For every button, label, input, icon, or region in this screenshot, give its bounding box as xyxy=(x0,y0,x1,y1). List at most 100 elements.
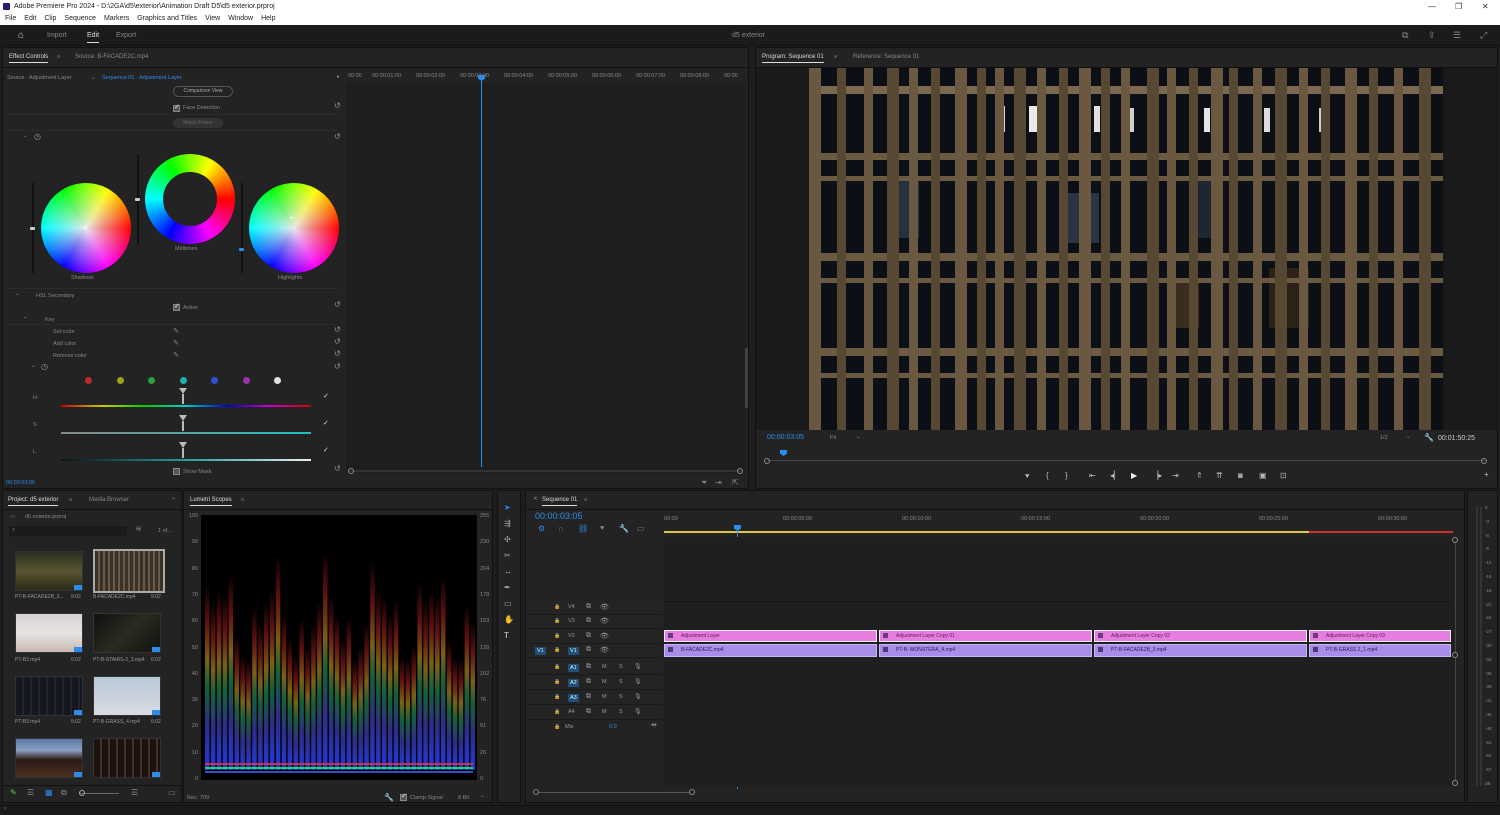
eye-icon[interactable]: 👁 xyxy=(600,617,609,625)
track-label-a3[interactable]: A3 xyxy=(568,694,579,702)
snap-icon[interactable]: ∩ xyxy=(558,524,564,533)
match-button[interactable]: Match Frame xyxy=(173,118,223,128)
lock-icon[interactable]: 🔒 xyxy=(554,679,560,685)
show-mask-checkbox[interactable] xyxy=(173,468,180,475)
v2-clip[interactable]: Adjustment Layer Copy 02 xyxy=(1094,630,1307,642)
track-label-v4[interactable]: V4 xyxy=(568,604,575,610)
tab-effect-controls[interactable]: Effect Controls xyxy=(9,54,49,63)
pencil-icon[interactable]: ✎ xyxy=(10,788,17,797)
quick-export-icon[interactable]: ⧉ xyxy=(1402,30,1408,41)
eye-icon[interactable]: 👁 xyxy=(600,632,609,640)
tab-export[interactable]: Export xyxy=(116,32,136,39)
chevron-down-icon[interactable]: ⌄ xyxy=(91,75,96,81)
solo-button[interactable]: S xyxy=(619,694,623,700)
eyedropper-icon[interactable]: ✎ xyxy=(173,327,179,335)
video-track-row[interactable] xyxy=(527,601,663,615)
media-thumbnail[interactable] xyxy=(93,613,161,653)
source-patch-v1[interactable]: V1 xyxy=(535,647,546,655)
pen-tool-icon[interactable]: ✒ xyxy=(504,583,511,592)
minimize-button[interactable]: — xyxy=(1428,0,1436,13)
chevron-down-icon[interactable]: ⌄ xyxy=(480,793,485,799)
expand-chevron-icon[interactable]: ⌄ xyxy=(23,133,28,139)
sync-lock-icon[interactable]: ⧉ xyxy=(586,693,591,701)
check-icon[interactable]: ✓ xyxy=(323,446,329,454)
audio-track-row[interactable] xyxy=(527,706,663,720)
lock-icon[interactable]: 🔒 xyxy=(554,604,560,610)
new-item-icon[interactable]: ▭ xyxy=(168,788,176,797)
playhead-line[interactable] xyxy=(481,81,482,467)
fullscreen-icon[interactable]: ⤢ xyxy=(1480,30,1487,41)
v2-clip[interactable]: Adjustment Layer Copy 01 xyxy=(879,630,1092,642)
mic-icon[interactable]: 🎙 xyxy=(634,678,642,685)
captions-icon[interactable]: ▭ xyxy=(637,524,645,533)
nest-icon[interactable]: ⚙ xyxy=(538,524,545,533)
sync-lock-icon[interactable]: ⧉ xyxy=(586,617,591,625)
track-label-v3[interactable]: V3 xyxy=(568,618,575,624)
camera-icon[interactable]: ◙ xyxy=(1238,471,1243,480)
go-to-in-icon[interactable]: ⇤ xyxy=(1089,471,1096,480)
preset-color-swatch[interactable] xyxy=(179,377,187,384)
v1-clip[interactable]: PT-B-GRASS 2_1.mp4 xyxy=(1309,644,1451,657)
lock-icon[interactable]: 🔒 xyxy=(554,709,560,715)
menu-graphics[interactable]: Graphics and Titles xyxy=(137,15,197,22)
mute-button[interactable]: M xyxy=(602,694,607,700)
list-view-icon[interactable]: ☰ xyxy=(27,788,34,797)
preset-color-swatch[interactable] xyxy=(211,377,218,384)
mark-in-icon[interactable]: { xyxy=(1046,471,1049,480)
icon-view-icon[interactable]: ▦ xyxy=(45,788,53,797)
track-select-tool-icon[interactable]: ⇶ xyxy=(504,519,511,528)
lock-icon[interactable]: 🔒 xyxy=(554,724,560,730)
sync-lock-icon[interactable]: ⧉ xyxy=(586,663,591,671)
export-icon[interactable]: ⇥ xyxy=(715,478,722,487)
video-track-row[interactable] xyxy=(527,615,663,629)
step-back-icon[interactable]: ◂▏ xyxy=(1110,471,1120,480)
media-thumbnail-selected[interactable] xyxy=(93,549,165,593)
mark-out-icon[interactable]: } xyxy=(1065,471,1068,480)
menu-markers[interactable]: Markers xyxy=(104,15,129,22)
timeline-vertical-scroll[interactable] xyxy=(1455,540,1456,783)
vr-icon[interactable]: ⊡ xyxy=(1280,471,1287,480)
effect-timeline-area[interactable] xyxy=(346,83,746,473)
media-thumbnail[interactable] xyxy=(15,613,83,653)
v1-clip[interactable]: PT-B-FACADE2B_3.mp4 xyxy=(1094,644,1307,657)
razor-tool-icon[interactable]: ✂ xyxy=(504,551,511,560)
more-panels-icon[interactable]: » xyxy=(172,496,175,502)
close-tab-icon[interactable]: ✕ xyxy=(533,496,538,502)
v1-clip[interactable]: PT-B- MONSTERA_4.mp4 xyxy=(879,644,1092,657)
video-track-row[interactable] xyxy=(527,630,663,644)
panel-menu-icon[interactable]: ≡ xyxy=(69,497,72,503)
mute-button[interactable]: M xyxy=(602,664,607,670)
tab-project[interactable]: Project: d5 exterior xyxy=(8,497,59,506)
tab-media-browser[interactable]: Media Browser xyxy=(89,497,129,503)
v2-clip[interactable]: Adjustment Layer Copy 03 xyxy=(1309,630,1451,642)
eyedropper-plus-icon[interactable]: ✎ xyxy=(173,339,179,347)
collapse-chevron-icon[interactable]: ⌄ xyxy=(15,291,20,297)
audio-track-row[interactable] xyxy=(527,661,663,675)
program-playhead-handle[interactable] xyxy=(780,450,787,456)
reset-icon[interactable]: ↺ xyxy=(334,101,341,110)
lock-icon[interactable]: 🔒 xyxy=(554,618,560,624)
linked-selection-icon[interactable]: ⛓ xyxy=(578,524,588,533)
tab-source[interactable]: Source: B-FACADE2C.mp4 xyxy=(75,54,148,60)
check-icon[interactable]: ✓ xyxy=(323,419,329,427)
preset-color-swatch[interactable] xyxy=(85,377,92,384)
timeline-horizontal-scroll[interactable] xyxy=(537,792,692,793)
saturation-range-bar[interactable] xyxy=(61,432,311,434)
track-label-a1[interactable]: A1 xyxy=(568,664,579,672)
media-thumbnail[interactable] xyxy=(15,551,83,591)
luminance-range-bar[interactable] xyxy=(61,459,311,461)
sync-lock-icon[interactable]: ⧉ xyxy=(586,678,591,686)
reset-icon[interactable]: ↺ xyxy=(334,349,341,358)
tab-program[interactable]: Program: Sequence 01 xyxy=(762,54,824,63)
fit-dropdown[interactable]: Fit xyxy=(830,435,836,441)
tab-edit[interactable]: Edit xyxy=(87,32,100,43)
v2-clip[interactable]: Adjustment Layer xyxy=(664,630,877,642)
timeline-ruler[interactable]: 00:00 00:00:05:00 00:00:10:00 00:00:15:00 00… xyxy=(664,511,1454,533)
tab-lumetri-scopes[interactable]: Lumetri Scopes xyxy=(190,497,232,506)
hue-range-bar[interactable] xyxy=(61,405,311,407)
mute-button[interactable]: M xyxy=(602,709,607,715)
wrench-icon[interactable]: 🔧 xyxy=(384,793,394,802)
scrub-bar[interactable] xyxy=(768,460,1486,461)
mic-icon[interactable]: 🎙 xyxy=(634,693,642,700)
track-label-v1[interactable]: V1 xyxy=(568,647,579,655)
